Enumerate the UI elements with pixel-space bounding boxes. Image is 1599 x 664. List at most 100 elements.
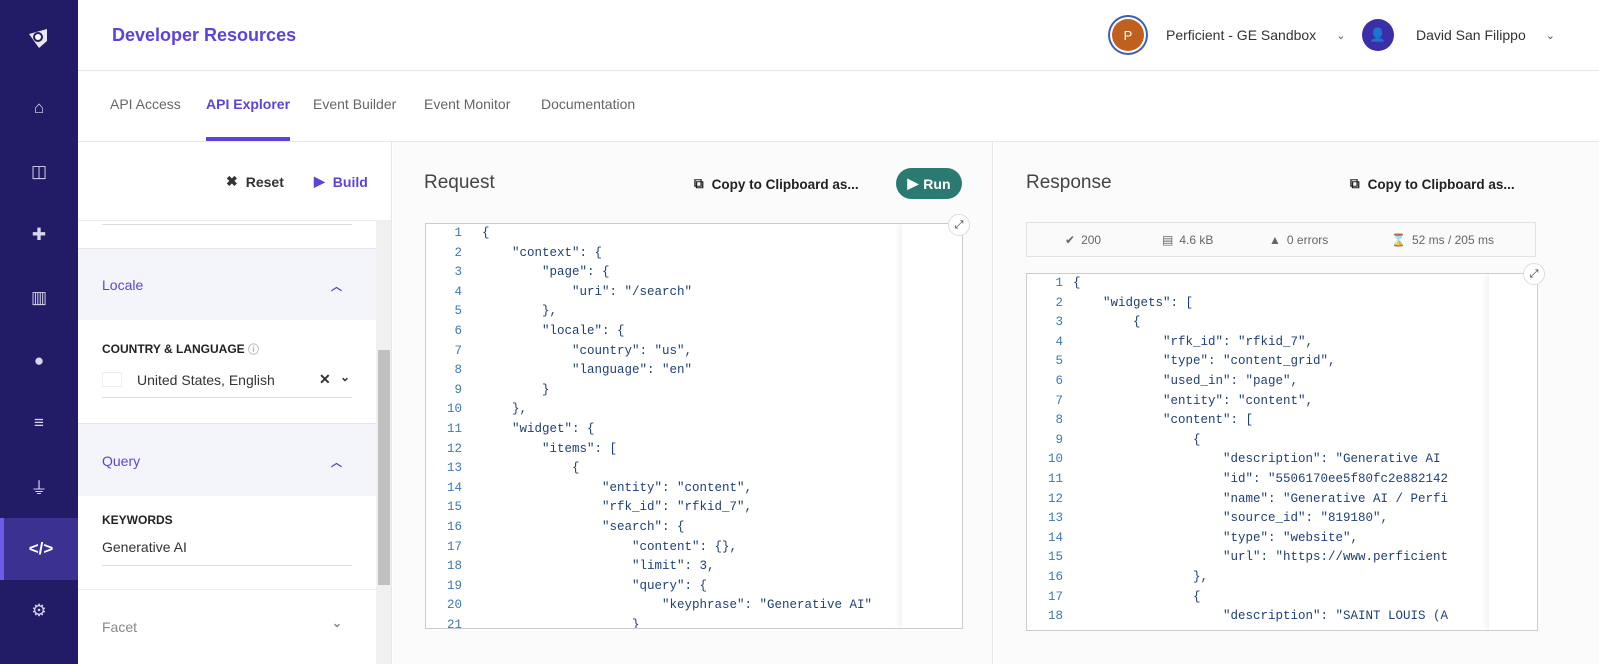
- home-icon[interactable]: ⌂: [0, 77, 78, 139]
- keywords-input[interactable]: Generative AI: [102, 539, 352, 563]
- code-line: "context": {: [482, 245, 603, 260]
- user-menu[interactable]: 👤 David San Filippo ⌄: [1362, 19, 1555, 51]
- line-number: 12: [446, 441, 462, 456]
- response-copy-button[interactable]: ⧉ Copy to Clipboard as...: [1350, 176, 1515, 192]
- code-line: "source_id": "819180",: [1073, 511, 1389, 526]
- hourglass-icon: ⌛: [1391, 233, 1406, 247]
- clipboard-icon: ⧉: [1350, 176, 1360, 191]
- line-number: 10: [1047, 452, 1063, 467]
- layout-icon[interactable]: ◫: [0, 141, 78, 203]
- build-label: Build: [332, 173, 368, 190]
- status-value: 200: [1081, 233, 1102, 247]
- response-editor[interactable]: 1 {2 "widgets": [3 {4 "rfk_id": "rfkid_7"…: [1026, 273, 1538, 631]
- code-line: "page": {: [482, 265, 610, 280]
- line-number: 18: [446, 559, 462, 574]
- line-number: 17: [446, 539, 462, 554]
- country-language-select[interactable]: United States, English ✕ ⌄: [102, 370, 352, 394]
- code-line: "rfk_id": "rfkid_7",: [1073, 334, 1314, 349]
- code-line: "rfk_id": "rfkid_7",: [482, 500, 753, 515]
- country-language-label-text: COUNTRY & LANGUAGE: [102, 342, 245, 356]
- expand-icon[interactable]: ⤢: [948, 214, 970, 236]
- line-number: 18: [1047, 609, 1063, 624]
- tab-api-access[interactable]: API Access: [110, 96, 181, 112]
- expand-icon[interactable]: ⤢: [1523, 263, 1545, 285]
- puzzle-icon[interactable]: ✚: [0, 204, 78, 266]
- section-query[interactable]: Query ︿: [78, 423, 376, 496]
- scrollbar-thumb[interactable]: [378, 350, 390, 585]
- user-avatar-icon: 👤: [1362, 19, 1394, 51]
- code-line: }: [482, 618, 640, 629]
- build-button[interactable]: ▶ Build: [314, 173, 368, 190]
- size-value: 4.6 kB: [1179, 233, 1214, 247]
- line-number: 6: [454, 324, 462, 338]
- code-line: "search": {: [482, 520, 685, 534]
- tab-event-builder[interactable]: Event Builder: [313, 96, 396, 112]
- line-number: 1: [1055, 276, 1063, 290]
- chevron-down-icon: ⌄: [1545, 29, 1555, 42]
- globe-icon[interactable]: ●: [0, 330, 78, 392]
- clear-icon[interactable]: ✕: [319, 371, 331, 388]
- tab-api-explorer[interactable]: API Explorer: [206, 96, 291, 141]
- divider: [78, 220, 376, 221]
- code-line: "query": {: [482, 578, 708, 593]
- code-line: },: [482, 402, 528, 417]
- run-button[interactable]: ▶ Run: [896, 168, 962, 199]
- request-title: Request: [424, 172, 495, 193]
- code-line: "widget": {: [482, 422, 595, 436]
- plug-icon[interactable]: ⏚: [0, 455, 78, 517]
- section-label: Facet: [102, 619, 138, 635]
- keywords-label: KEYWORDS: [102, 513, 173, 527]
- code-line: {: [482, 461, 580, 476]
- request-copy-button[interactable]: ⧉ Copy to Clipboard as...: [694, 176, 859, 192]
- tab-documentation[interactable]: Documentation: [541, 96, 635, 112]
- errors-value: 0 errors: [1286, 233, 1329, 247]
- line-number: 4: [454, 284, 462, 299]
- line-number: 7: [1055, 393, 1063, 408]
- tab-bar: API Access API Explorer Event Builder Ev…: [78, 71, 1599, 142]
- line-number: 11: [1047, 472, 1063, 486]
- request-editor[interactable]: 1 {2 "context": {3 "page": {4 "uri": "/se…: [425, 223, 963, 629]
- line-number: 1: [454, 226, 462, 240]
- status-code: ✔ 200: [1065, 233, 1101, 247]
- line-number: 10: [446, 402, 462, 417]
- code-line: {: [1073, 276, 1081, 290]
- line-number: 19: [446, 578, 462, 593]
- line-number: 9: [1055, 432, 1063, 447]
- copy-label: Copy to Clipboard as...: [1367, 176, 1515, 192]
- line-number: 15: [446, 500, 462, 515]
- code-icon[interactable]: </>: [0, 518, 78, 580]
- line-number: 2: [1055, 295, 1063, 310]
- database-icon[interactable]: ≡: [0, 392, 78, 454]
- org-switcher[interactable]: P Perficient - GE Sandbox ⌄: [1112, 19, 1345, 51]
- divider: [102, 397, 352, 398]
- divider: [102, 565, 352, 566]
- response-title: Response: [1026, 172, 1112, 193]
- reset-label: Reset: [245, 173, 284, 190]
- line-number: 2: [454, 245, 462, 260]
- section-locale[interactable]: Locale ︿: [78, 248, 376, 320]
- code-line: "used_in": "page",: [1073, 374, 1299, 388]
- country-language-value: United States, English: [137, 372, 275, 388]
- line-number: 11: [446, 422, 462, 436]
- code-line: {: [482, 226, 490, 240]
- minimap[interactable]: [902, 224, 962, 628]
- country-language-label: COUNTRY & LANGUAGE ⓘ: [102, 341, 259, 357]
- code-line: "description": "Generative AI: [1073, 452, 1441, 467]
- line-number: 3: [1055, 315, 1063, 330]
- code-line: "limit": 3,: [482, 559, 715, 574]
- gear-icon[interactable]: ⚙: [0, 580, 78, 642]
- chevron-down-icon[interactable]: ⌄: [340, 370, 350, 384]
- org-name: Perficient - GE Sandbox: [1166, 27, 1317, 43]
- minimap[interactable]: [1489, 274, 1537, 630]
- code-line: "entity": "content",: [482, 480, 753, 495]
- run-label: Run: [923, 175, 951, 192]
- header: Developer Resources P Perficient - GE Sa…: [78, 0, 1599, 71]
- section-label: Query: [102, 453, 141, 469]
- tab-event-monitor[interactable]: Event Monitor: [424, 96, 510, 112]
- reset-button[interactable]: ✖ Reset: [226, 173, 284, 190]
- chart-icon[interactable]: ▥: [0, 267, 78, 329]
- section-facet[interactable]: Facet ⌄: [78, 590, 376, 664]
- code-line: "uri": "/search": [482, 284, 693, 299]
- logo-icon[interactable]: [0, 7, 78, 69]
- line-number: 8: [454, 363, 462, 378]
